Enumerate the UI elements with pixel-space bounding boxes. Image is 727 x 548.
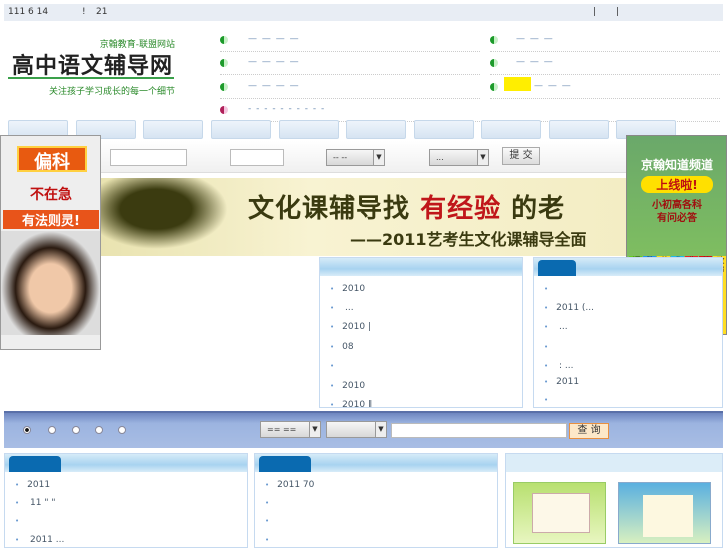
logo-title[interactable]: 高中语文辅导网 (12, 48, 173, 80)
top-link[interactable]: — — — (490, 53, 720, 75)
bullet-icon (490, 36, 498, 44)
nav-tab[interactable] (211, 120, 271, 139)
nav-tab[interactable] (414, 120, 474, 139)
separator: | (616, 7, 620, 17)
bullet-icon (220, 106, 228, 114)
category-select[interactable]: == == ▼ (260, 421, 321, 438)
panel-tab[interactable] (9, 456, 61, 472)
list-item[interactable] (544, 342, 556, 352)
subject-select[interactable]: ... ▼ (429, 149, 489, 166)
top-link[interactable]: — — — (490, 77, 720, 99)
slide-dot[interactable] (72, 426, 80, 434)
banner-headline: 文化课辅导找 有经验 的老 (248, 194, 566, 224)
bullet-icon (220, 83, 228, 91)
panel-header (5, 454, 247, 472)
top-link[interactable]: — — — (490, 30, 720, 52)
logo-divider (8, 77, 174, 79)
list-item[interactable]: 2010 (330, 381, 365, 391)
grade-select[interactable]: -- -- ▼ (326, 149, 385, 166)
slide-dot[interactable] (48, 426, 56, 434)
list-item[interactable]: 11 " " (15, 498, 55, 508)
bullet-icon (220, 36, 228, 44)
separator: | (593, 7, 597, 17)
list-item[interactable]: 2011 (... (544, 303, 594, 313)
slide-dot[interactable] (23, 426, 31, 434)
panel-header (534, 258, 722, 276)
slide-dot[interactable] (118, 426, 126, 434)
news-panel: 2011 11 " " 2011 ... (4, 453, 248, 548)
list-item[interactable]: 2011 (15, 480, 50, 490)
panel-header (506, 454, 722, 472)
chevron-down-icon: ▼ (309, 422, 320, 437)
bullet-icon (220, 59, 228, 67)
nav-tab[interactable] (549, 120, 609, 139)
panel-tab[interactable] (259, 456, 311, 472)
list-item[interactable]: 2010 (330, 284, 365, 294)
chevron-down-icon: ▼ (375, 422, 386, 437)
list-item[interactable] (265, 535, 277, 545)
date-text: 111 6 14 (8, 7, 49, 17)
list-item[interactable]: 2011 70 (265, 480, 314, 490)
bullet-icon (490, 59, 498, 67)
nav-tab[interactable] (346, 120, 406, 139)
panel-header (255, 454, 497, 472)
news-panel: 2010 ... 2010 | 08 2010 2010 ‖ (319, 257, 523, 408)
news-panel: 2011 70 (254, 453, 498, 548)
search-bar: == == ▼ ▼ 查 询 (4, 411, 723, 448)
panel-header (320, 258, 522, 276)
top-link[interactable]: — — — — (220, 30, 480, 52)
logo-slogan: 关注孩子学习成长的每一个细节 (48, 87, 175, 97)
top-link[interactable]: — — — — (220, 77, 480, 99)
new-badge (504, 77, 531, 91)
list-item[interactable] (15, 516, 27, 526)
list-item[interactable]: 2010 ‖ (330, 400, 372, 407)
email-input[interactable] (110, 149, 187, 166)
image-panel (505, 453, 723, 548)
top-link[interactable]: - - - - - - - - - - (220, 100, 720, 122)
chevron-down-icon: ▼ (373, 150, 384, 165)
thumbnail-image[interactable] (618, 482, 711, 544)
nav-tab[interactable] (481, 120, 541, 139)
list-item[interactable]: ... (330, 303, 354, 313)
list-item[interactable]: : ... (544, 361, 573, 371)
mark-text: ! (82, 7, 86, 17)
banner-subline: ——2011艺考生文化课辅导全面 (350, 230, 587, 249)
submit-button[interactable]: 提 交 (502, 147, 540, 165)
nav-tab[interactable] (279, 120, 339, 139)
list-item[interactable] (265, 498, 277, 508)
query-button[interactable]: 查 询 (569, 423, 609, 439)
panel-tab[interactable] (538, 260, 576, 276)
type-select[interactable]: ▼ (326, 421, 387, 438)
list-item[interactable]: 2010 | (330, 322, 371, 332)
left-ad[interactable]: 偏科 不在急 有法则灵! (0, 135, 101, 350)
list-item[interactable]: 08 (330, 342, 353, 352)
list-item[interactable] (265, 516, 277, 526)
top-bar: 111 6 14 ! 21 | | (4, 4, 723, 21)
slide-dot[interactable] (95, 426, 103, 434)
news-panel: 2011 (... ... : ... 2011 (533, 257, 723, 408)
list-item[interactable]: 2011 ... (15, 535, 64, 545)
search-input[interactable] (391, 423, 567, 438)
login-form: ail -- --▼ ...▼ 提 交 (90, 141, 626, 173)
password-input[interactable] (230, 149, 284, 166)
list-item[interactable] (544, 395, 556, 405)
list-item[interactable]: 2011 (544, 377, 579, 387)
list-item[interactable] (544, 284, 556, 294)
list-item[interactable] (330, 361, 342, 371)
number-text: 21 (96, 7, 108, 17)
child-photo (1, 231, 100, 335)
thumbnail-image[interactable] (513, 482, 606, 544)
silhouette-image (100, 178, 240, 256)
banner[interactable]: 文化课辅导找 有经验 的老 ——2011艺考生文化课辅导全面 (100, 178, 626, 256)
nav-tab[interactable] (143, 120, 203, 139)
list-item[interactable]: ... (544, 322, 568, 332)
bullet-icon (490, 83, 498, 91)
chevron-down-icon: ▼ (477, 150, 488, 165)
top-link[interactable]: — — — — (220, 53, 480, 75)
